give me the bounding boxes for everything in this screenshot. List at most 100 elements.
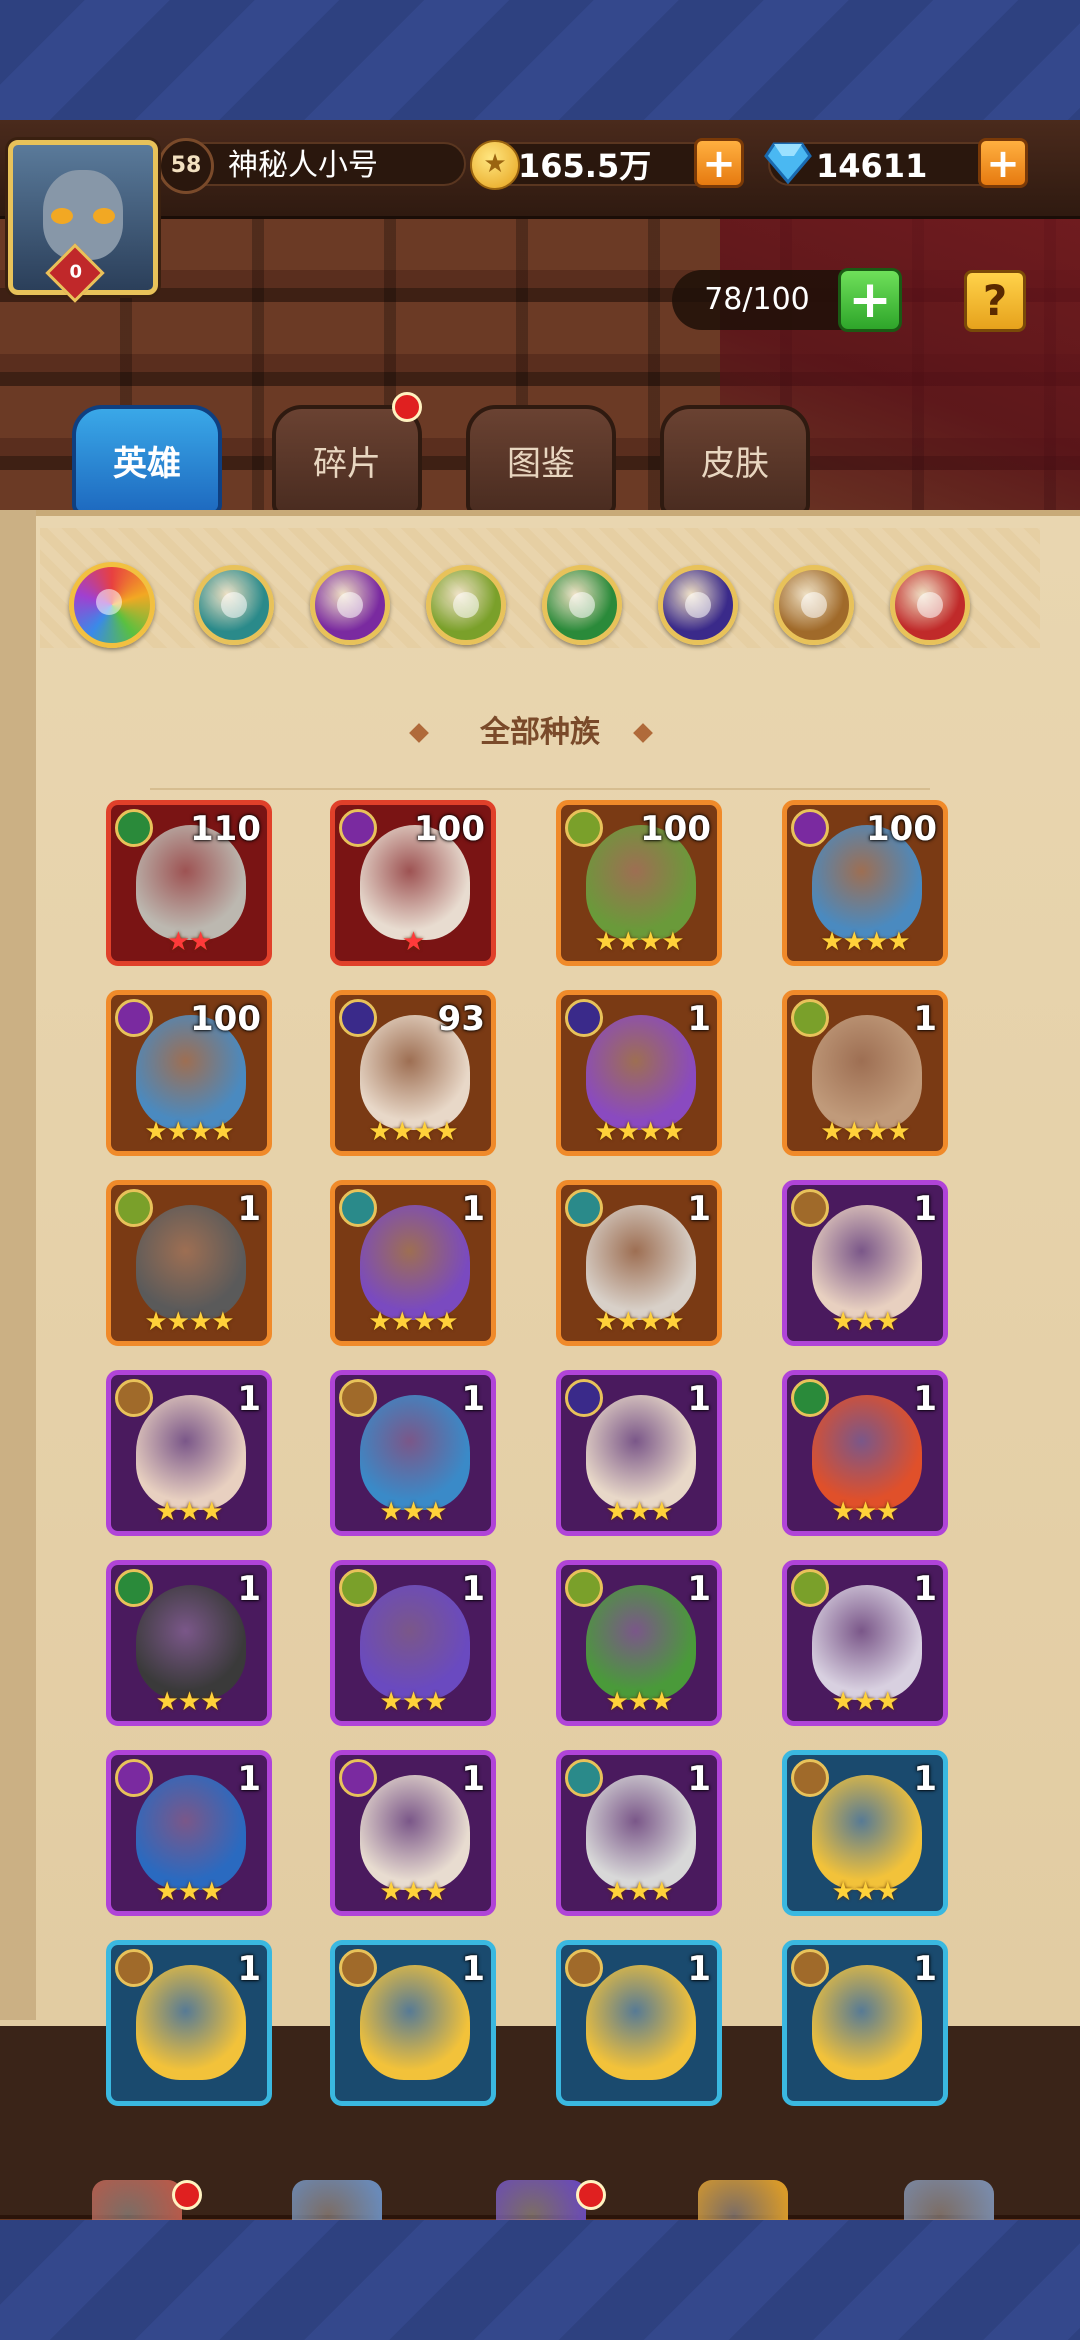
hero-card[interactable]: 1 ★★★★ (330, 1180, 496, 1346)
hero-portrait (360, 1585, 470, 1700)
hero-card[interactable]: 1 ★★★ (106, 1370, 272, 1536)
hero-race-icon (565, 1949, 603, 1987)
hero-level: 1 (237, 1189, 261, 1229)
hero-race-icon (791, 809, 829, 847)
hero-card[interactable]: 1 ★★★ (782, 1750, 948, 1916)
nav-heroes[interactable]: 英雄 (262, 2180, 412, 2220)
nav-main-city[interactable]: 主城 (62, 2180, 212, 2220)
hero-level: 1 (237, 1949, 261, 1989)
hero-stars: ★★★★ (820, 1117, 910, 1147)
hero-level: 100 (866, 809, 937, 849)
hero-card[interactable]: 1 (106, 1940, 272, 2106)
hero-card[interactable]: 110 ★★ (106, 800, 272, 966)
hero-level: 1 (237, 1569, 261, 1609)
hero-card[interactable]: 1 (330, 1940, 496, 2106)
hero-stars: ★★★★ (594, 1307, 684, 1337)
race-filter-race-4[interactable] (542, 565, 622, 645)
hero-stars: ★★★ (605, 1497, 674, 1527)
tab-codex[interactable]: 图鉴 (466, 405, 616, 515)
hero-level: 1 (913, 1759, 937, 1799)
hero-portrait (136, 1205, 246, 1320)
race-filter-race-1[interactable] (194, 565, 274, 645)
hero-card[interactable]: 1 ★★★ (330, 1560, 496, 1726)
hero-race-icon (115, 1379, 153, 1417)
hero-portrait (360, 1775, 470, 1890)
hero-card[interactable]: 1 ★★★ (782, 1370, 948, 1536)
hero-portrait (586, 1585, 696, 1700)
hero-level: 1 (687, 1569, 711, 1609)
hero-card[interactable]: 1 ★★★ (330, 1370, 496, 1536)
nav-backpack[interactable]: 背包 (668, 2180, 818, 2220)
hero-portrait (136, 1395, 246, 1510)
hero-portrait (812, 1015, 922, 1130)
hero-race-icon (565, 999, 603, 1037)
hero-stars: ★★★★ (820, 927, 910, 957)
race-filter-race-5[interactable] (658, 565, 738, 645)
hero-card[interactable]: 1 (556, 1940, 722, 2106)
hero-portrait (812, 1775, 922, 1890)
hero-card[interactable]: 1 ★★★ (106, 1750, 272, 1916)
hero-card[interactable]: 1 (782, 1940, 948, 2106)
nav-adventure[interactable]: 探险 (466, 2180, 616, 2220)
race-filter-race-2[interactable] (310, 565, 390, 645)
tab-skins[interactable]: 皮肤 (660, 405, 810, 515)
hero-level: 93 (437, 999, 485, 1039)
hero-race-icon (339, 1189, 377, 1227)
hero-level: 1 (687, 999, 711, 1039)
hero-card[interactable]: 1 ★★★ (330, 1750, 496, 1916)
hero-stars: ★★★★ (144, 1307, 234, 1337)
hero-level: 1 (461, 1379, 485, 1419)
hero-level: 1 (461, 1759, 485, 1799)
hero-race-icon (791, 1379, 829, 1417)
hero-card[interactable]: 1 ★★★★ (106, 1180, 272, 1346)
race-filter-race-7[interactable] (890, 565, 970, 645)
hero-card[interactable]: 1 ★★★★ (556, 1180, 722, 1346)
hero-card[interactable]: 100 ★★★★ (556, 800, 722, 966)
hero-portrait (360, 1965, 470, 2080)
hero-card[interactable]: 100 ★★★★ (782, 800, 948, 966)
avatar-face (43, 170, 123, 260)
hero-card[interactable]: 1 ★★★ (106, 1560, 272, 1726)
hero-stars: ★ (401, 927, 425, 957)
hero-race-icon (791, 1569, 829, 1607)
hero-portrait (586, 1205, 696, 1320)
tab-fragments[interactable]: 碎片 (272, 405, 422, 515)
hero-level: 1 (687, 1189, 711, 1229)
expand-capacity-button[interactable]: + (838, 268, 902, 332)
hero-card[interactable]: 1 ★★★★ (556, 990, 722, 1156)
hero-card[interactable]: 1 ★★★ (556, 1370, 722, 1536)
help-button[interactable]: ? (964, 270, 1026, 332)
hero-race-icon (115, 1569, 153, 1607)
hero-card[interactable]: 1 ★★★ (556, 1750, 722, 1916)
hero-portrait (136, 1585, 246, 1700)
hero-stars: ★★★ (831, 1497, 900, 1527)
hero-card[interactable]: 100 ★★★★ (106, 990, 272, 1156)
race-filter-race-3[interactable] (426, 565, 506, 645)
player-name: 神秘人小号 (196, 142, 466, 186)
hero-card[interactable]: 93 ★★★★ (330, 990, 496, 1156)
hero-stars: ★★★ (605, 1687, 674, 1717)
add-gems-button[interactable]: + (978, 138, 1028, 188)
avatar-badge-value: 0 (69, 261, 82, 283)
main-city-icon (92, 2180, 182, 2220)
hero-level: 1 (461, 1189, 485, 1229)
hero-stars: ★★★ (379, 1877, 448, 1907)
hero-card[interactable]: 1 ★★★ (782, 1180, 948, 1346)
tab-heroes[interactable]: 英雄 (72, 405, 222, 515)
hero-stars: ★★★ (379, 1687, 448, 1717)
tab-codex-label: 图鉴 (507, 444, 575, 484)
hero-card[interactable]: 1 ★★★ (782, 1560, 948, 1726)
nav-guild[interactable]: 公会 (874, 2180, 1024, 2220)
race-filter-all-races[interactable] (69, 562, 155, 648)
hero-race-icon (791, 1759, 829, 1797)
hero-capacity-value: 78/100 (704, 282, 810, 317)
hero-card[interactable]: 1 ★★★ (556, 1560, 722, 1726)
add-gold-button[interactable]: + (694, 138, 744, 188)
race-filter-race-6[interactable] (774, 565, 854, 645)
hero-portrait (812, 1585, 922, 1700)
backpack-icon (698, 2180, 788, 2220)
title-divider (150, 788, 930, 790)
hero-card[interactable]: 1 ★★★★ (782, 990, 948, 1156)
hero-card[interactable]: 100 ★ (330, 800, 496, 966)
hero-level: 1 (237, 1759, 261, 1799)
